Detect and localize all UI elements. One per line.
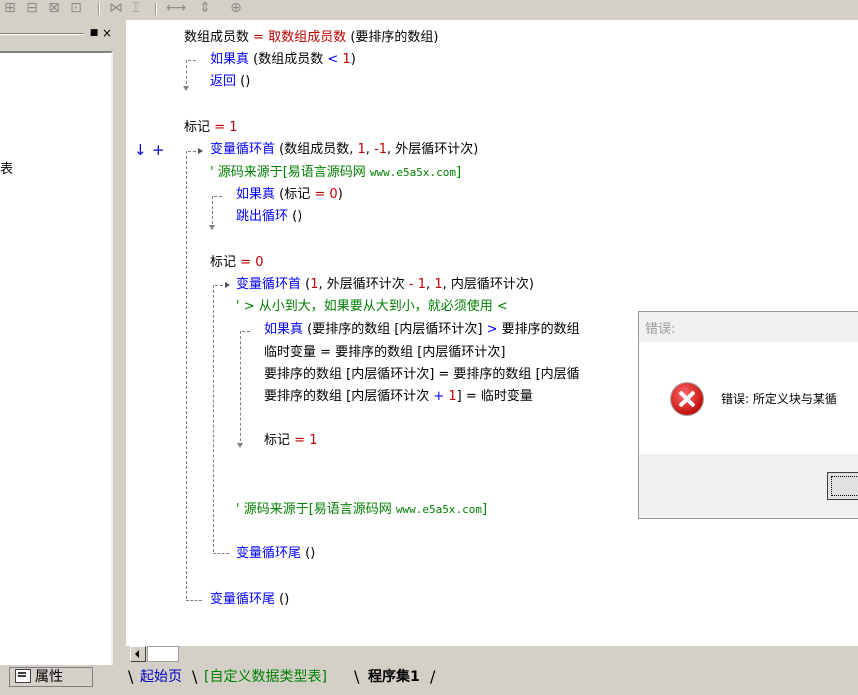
ok-button[interactable] [827,472,858,500]
flow-line [188,151,196,152]
code-line[interactable]: ' > 从小到大，如果要从大到小，就必须使用 < [236,299,508,315]
close-icon[interactable]: × [101,27,113,39]
code-line[interactable]: ' 源码来源于[易语言源码网 www.e5a5x.com] [236,502,487,518]
properties-tab-label: 属性 [35,669,63,685]
tab-divider: \ [128,667,134,686]
flow-arrow-icon [237,443,243,448]
breakpoint-arrow-icon[interactable]: ↓ [134,142,147,158]
code-line[interactable]: 变量循环首 (数组成员数, 1, -1, 外层循环计次) [210,142,478,158]
dialog-message: 错误: 所定义块与某循 [721,392,837,406]
left-panel-list[interactable]: 表 [0,51,113,665]
flow-line [186,151,187,599]
tb-size-icon[interactable]: ⊕ [228,0,244,16]
code-line[interactable]: 变量循环尾 () [236,546,315,562]
tb-align-left-icon[interactable]: ⊞ [2,0,18,16]
flow-arrow-icon [198,148,203,154]
tb-space-v-icon[interactable]: ⌶ [128,0,144,16]
flow-line [186,60,187,84]
error-icon [671,383,703,415]
code-line[interactable]: 数组成员数 = 取数组成员数 (要排序的数组) [184,30,438,46]
expand-plus-icon[interactable]: + [152,142,165,158]
flow-line [214,196,222,197]
code-line[interactable]: 返回 () [210,74,250,90]
dialog-title: 错误: [645,322,676,337]
document-tabs: \ 起始页 \ [自定义数据类型表] \ 程序集1 \ [126,664,858,695]
tab-divider: \ [354,667,360,686]
tab-custom-data-types[interactable]: [自定义数据类型表] [204,666,327,688]
tb-align-top-icon[interactable]: ⊟ [24,0,40,16]
code-line[interactable]: 标记 = 1 [184,120,237,136]
properties-icon [15,669,31,683]
tb-height-icon[interactable]: ⇕ [197,0,213,16]
code-line[interactable]: 跳出循环 () [236,209,302,225]
tab-start-page[interactable]: 起始页 [140,666,182,688]
code-line[interactable]: 要排序的数组 [内层循环计次] = 要排序的数组 [内层循 [264,367,580,383]
tb-align-right-icon[interactable]: ⊡ [68,0,84,16]
dialog-body: 错误: 所定义块与某循 [639,342,858,454]
tab-program-set-1[interactable]: 程序集1 [368,666,420,688]
properties-tab[interactable]: 属性 [9,667,93,687]
flow-arrow-icon [209,225,215,230]
code-line[interactable]: 标记 = 0 [210,255,263,271]
toolbar-separator [98,2,100,15]
code-line[interactable]: 要排序的数组 [内层循环计次 + 1] = 临时变量 [264,389,533,405]
toolbar-separator [155,2,157,15]
flow-line [213,285,214,552]
left-panel-item[interactable]: 表 [0,158,13,177]
tb-width-icon[interactable]: ⟷ [166,0,186,16]
flow-line [242,331,250,332]
panel-grip [0,33,84,35]
flow-arrow-icon [183,86,189,91]
tab-divider: \ [430,667,436,686]
left-panel: ■ × 表 [0,20,120,665]
scroll-track[interactable] [147,646,179,662]
code-line[interactable]: ' 源码来源于[易语言源码网 www.e5a5x.com] [210,165,461,181]
code-line[interactable]: 变量循环尾 () [210,592,289,608]
tb-space-h-icon[interactable]: ⋈ [108,0,124,16]
code-line[interactable]: 如果真 (数组成员数 < 1) [210,52,356,68]
flow-line [212,196,213,224]
tab-divider: \ [192,667,198,686]
code-line[interactable]: 标记 = 1 [264,433,317,449]
horizontal-scrollbar[interactable] [126,646,858,663]
flow-line [213,553,229,554]
flow-arrow-icon [225,282,230,288]
code-line[interactable]: 临时变量 = 要排序的数组 [内层循环计次] [264,345,505,361]
flow-line [186,600,202,601]
toolbar: ⊞ ⊟ ⊠ ⊡ ⋈ ⌶ ⟷ ⇕ ⊕ [0,0,858,21]
pin-icon[interactable]: ■ [88,27,100,39]
flow-line [188,60,196,61]
code-line[interactable]: 变量循环首 (1, 外层循环计次 - 1, 1, 内层循环计次) [236,277,534,293]
scroll-left-button[interactable] [130,646,146,662]
code-line[interactable]: 如果真 (要排序的数组 [内层循环计次] > 要排序的数组 [264,322,580,338]
flow-line [215,285,223,286]
error-dialog: 错误: 错误: 所定义块与某循 [638,311,858,519]
left-panel-header: ■ × [0,27,118,41]
tb-align-bottom-icon[interactable]: ⊠ [46,0,62,16]
flow-line [240,331,241,441]
code-line[interactable]: 如果真 (标记 = 0) [236,187,343,203]
